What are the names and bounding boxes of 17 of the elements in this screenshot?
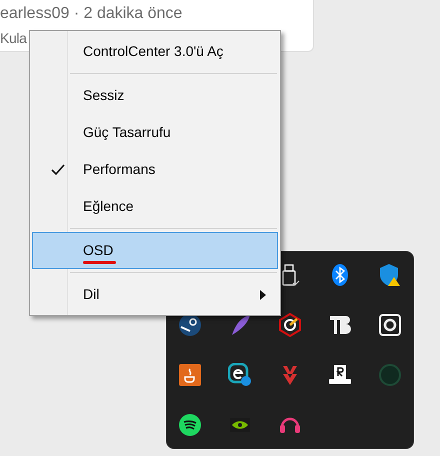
menu-item[interactable]: Sessiz <box>32 77 278 114</box>
checkmark-icon <box>51 164 65 176</box>
menu-item[interactable]: Eğlence <box>32 188 278 225</box>
tb-logo-icon[interactable] <box>328 313 352 337</box>
menu-item[interactable]: Dil <box>32 276 278 313</box>
menu-item[interactable]: ControlCenter 3.0'ü Aç <box>32 33 278 70</box>
coffee-cup-icon[interactable] <box>178 363 202 387</box>
menu-item[interactable]: OSD <box>32 232 278 269</box>
spotify-icon[interactable] <box>178 413 202 437</box>
shield-warning-icon[interactable] <box>378 263 402 287</box>
comment-text: Kula <box>0 29 27 48</box>
comment-author-line: earless09 · 2 dakika önce <box>0 4 182 24</box>
underline-mark <box>83 261 116 264</box>
menu-item[interactable]: Performans <box>32 151 278 188</box>
submenu-arrow-icon <box>260 290 266 300</box>
menu-item[interactable]: Güç Tasarrufu <box>32 114 278 151</box>
hexagon-gauge-icon[interactable] <box>278 313 302 337</box>
